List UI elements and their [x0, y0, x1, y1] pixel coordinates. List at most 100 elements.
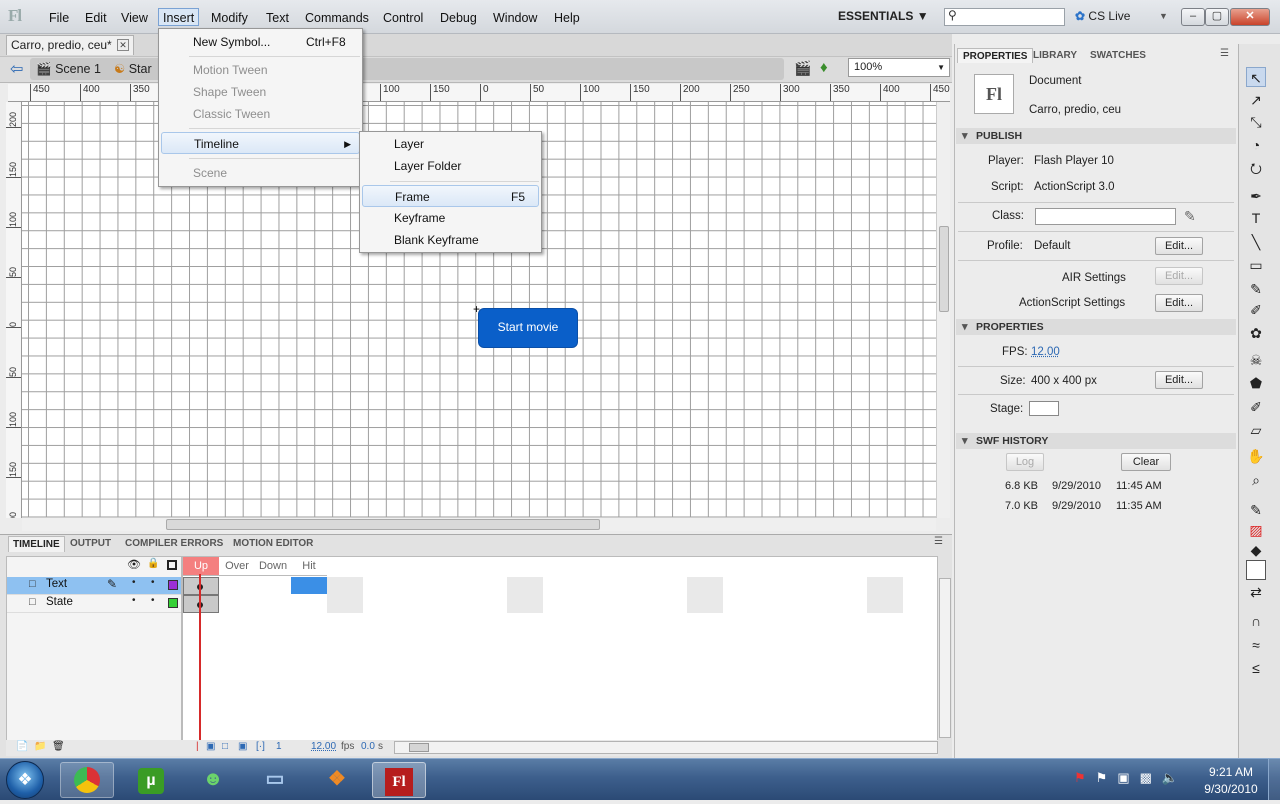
- maximize-button[interactable]: ▢: [1205, 8, 1229, 26]
- scene-crumb[interactable]: 🎬 Scene 1: [36, 60, 101, 78]
- visibility-eye-icon[interactable]: 👁: [127, 558, 141, 571]
- lock-dot[interactable]: •: [151, 595, 155, 606]
- 3d-rotation-tool-icon[interactable]: ◔: [1246, 135, 1266, 155]
- log-button[interactable]: Log: [1006, 453, 1044, 471]
- modify-markers-icon[interactable]: [·]: [256, 741, 265, 752]
- panel-tab-output[interactable]: OUTPUT: [66, 536, 115, 552]
- as-settings-edit-button[interactable]: Edit...: [1155, 294, 1203, 312]
- brush-tool-icon[interactable]: ✐: [1246, 300, 1266, 320]
- smooth-icon[interactable]: ≈: [1246, 635, 1266, 655]
- menu-edit[interactable]: Edit: [81, 9, 111, 27]
- flag-tray-icon[interactable]: ⚑: [1096, 770, 1118, 785]
- fill-color-icon[interactable]: ◆: [1246, 540, 1266, 560]
- menu-item-shape-tween[interactable]: Shape Tween: [161, 81, 360, 103]
- profile-edit-button[interactable]: Edit...: [1155, 237, 1203, 255]
- close-tab-icon[interactable]: ✕: [117, 39, 129, 51]
- hand-tool-icon[interactable]: ✋: [1246, 446, 1266, 466]
- menu-item-motion-tween[interactable]: Motion Tween: [161, 59, 360, 81]
- workspace-switcher[interactable]: ESSENTIALS ▼: [838, 9, 929, 23]
- zoom-select[interactable]: 100% ▼: [848, 58, 950, 77]
- utorrent-icon[interactable]: µ: [124, 762, 178, 798]
- menu-file[interactable]: File: [45, 9, 73, 27]
- outline-icon[interactable]: [167, 560, 177, 570]
- scrollbar-thumb[interactable]: [409, 743, 429, 752]
- cs-live-button[interactable]: ✿ CS Live: [1075, 9, 1130, 23]
- panel-tab-compiler-errors[interactable]: COMPILER ERRORS: [121, 536, 227, 552]
- start-movie-button-symbol[interactable]: Start movie: [479, 309, 577, 347]
- tab-library[interactable]: LIBRARY: [1028, 48, 1082, 63]
- menu-item-blank-keyframe[interactable]: Blank Keyframe: [362, 229, 539, 251]
- free-transform-tool-icon[interactable]: ⤡: [1246, 112, 1266, 132]
- bone-tool-icon[interactable]: ☠: [1246, 350, 1266, 370]
- frame-rate[interactable]: 12.00: [311, 741, 336, 752]
- menu-text[interactable]: Text: [262, 9, 293, 27]
- text-tool-icon[interactable]: T: [1246, 208, 1266, 228]
- antivirus-tray-icon[interactable]: ⚑: [1074, 770, 1096, 785]
- tab-properties[interactable]: PROPERTIES: [957, 48, 1034, 63]
- symbol-crumb[interactable]: ☯ Star: [114, 60, 152, 78]
- onion-skin-icon[interactable]: ▣: [206, 741, 215, 752]
- flash-taskbar-button[interactable]: Fl: [372, 762, 426, 798]
- menu-help[interactable]: Help: [550, 9, 584, 27]
- chrome-icon[interactable]: [60, 762, 114, 798]
- snap-magnet-icon[interactable]: ∩: [1246, 611, 1266, 631]
- line-tool-icon[interactable]: ╲: [1246, 232, 1266, 252]
- power-tray-icon[interactable]: ▣: [1117, 770, 1139, 785]
- zoom-tool-icon[interactable]: ⌕: [1246, 470, 1266, 490]
- panel-menu-icon[interactable]: ☰: [1220, 48, 1229, 59]
- menu-commands[interactable]: Commands: [301, 9, 373, 27]
- menu-insert[interactable]: Insert: [158, 8, 200, 26]
- publish-section-header[interactable]: PUBLISH: [956, 128, 1236, 144]
- layer-color-swatch[interactable]: [168, 580, 178, 590]
- center-frame-icon[interactable]: |: [196, 741, 199, 752]
- selected-frame[interactable]: [291, 577, 327, 594]
- scrollbar-thumb[interactable]: [939, 226, 949, 312]
- layer-color-swatch[interactable]: [168, 598, 178, 608]
- frame-label-up[interactable]: Up: [183, 557, 219, 576]
- messenger-icon[interactable]: ☻: [186, 762, 240, 798]
- stroke-color-icon[interactable]: ✎: [1246, 500, 1266, 520]
- layer-row-state[interactable]: □ State • •: [7, 595, 181, 613]
- menu-item-layer[interactable]: Layer: [362, 133, 539, 155]
- clear-button[interactable]: Clear: [1121, 453, 1171, 471]
- menu-item-frame[interactable]: Frame F5: [362, 185, 539, 207]
- edit-symbols-icon[interactable]: ♦: [820, 59, 828, 76]
- virtualbox-icon[interactable]: ▭: [248, 762, 302, 798]
- clock[interactable]: 9:21 AM 9/30/2010: [1196, 764, 1266, 798]
- layer-row-text[interactable]: □ Text ✎ • •: [7, 577, 181, 595]
- volume-tray-icon[interactable]: 🔈: [1162, 770, 1188, 785]
- rectangle-tool-icon[interactable]: ▭: [1246, 255, 1266, 275]
- lock-dot[interactable]: •: [151, 577, 155, 588]
- timeline-vscrollbar[interactable]: [939, 578, 951, 738]
- deco-tool-icon[interactable]: ✿: [1246, 323, 1266, 343]
- playhead[interactable]: [199, 574, 201, 742]
- minimize-button[interactable]: –: [1181, 8, 1205, 26]
- pen-tool-icon[interactable]: ✒: [1246, 186, 1266, 206]
- menu-item-scene[interactable]: Scene: [161, 162, 360, 184]
- properties-section-header[interactable]: PROPERTIES: [956, 319, 1236, 335]
- menu-control[interactable]: Control: [379, 9, 427, 27]
- stroke-swatch-icon[interactable]: ▨: [1246, 520, 1266, 540]
- eyedropper-tool-icon[interactable]: ✐: [1246, 397, 1266, 417]
- panel-menu-icon[interactable]: ☰: [934, 536, 943, 547]
- size-edit-button[interactable]: Edit...: [1155, 371, 1203, 389]
- show-desktop-button[interactable]: [1268, 759, 1280, 800]
- menu-item-classic-tween[interactable]: Classic Tween: [161, 103, 360, 125]
- menu-item-layer-folder[interactable]: Layer Folder: [362, 155, 539, 177]
- swf-history-section-header[interactable]: SWF HISTORY: [956, 433, 1236, 449]
- straighten-icon[interactable]: ≤: [1246, 658, 1266, 678]
- visibility-dot[interactable]: •: [132, 595, 136, 606]
- onion-outline-icon[interactable]: □: [222, 741, 228, 752]
- fps-value[interactable]: 12.00: [1031, 346, 1060, 358]
- menu-window[interactable]: Window: [489, 9, 541, 27]
- stage-vertical-scrollbar[interactable]: [936, 102, 950, 518]
- xampp-icon[interactable]: ❖: [310, 762, 364, 798]
- delete-layer-icon[interactable]: 🗑: [52, 741, 65, 752]
- visibility-dot[interactable]: •: [132, 577, 136, 588]
- frame-label-down[interactable]: Down: [255, 557, 291, 576]
- new-folder-icon[interactable]: 📁: [34, 741, 46, 752]
- swap-colors-icon[interactable]: ⇄: [1246, 582, 1266, 602]
- close-button[interactable]: ✕: [1230, 8, 1270, 26]
- frame-label-hit[interactable]: Hit: [291, 557, 327, 576]
- start-orb-icon[interactable]: ❖: [6, 761, 44, 799]
